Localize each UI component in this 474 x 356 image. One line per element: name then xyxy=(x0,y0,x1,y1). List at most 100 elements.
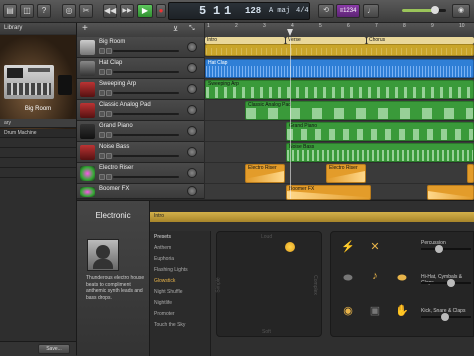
add-track-icon[interactable]: + xyxy=(82,23,88,34)
marker-chorus[interactable]: Chorus xyxy=(367,37,474,44)
track-volume-slider[interactable] xyxy=(113,176,179,178)
editors-button[interactable]: ✂ xyxy=(79,4,93,18)
hihat-icon[interactable]: ⬬ xyxy=(393,272,411,285)
tuner-icon[interactable]: ♩ xyxy=(363,4,379,18)
cycle-button[interactable]: ⟲ xyxy=(318,4,334,18)
mute-button[interactable] xyxy=(99,48,105,54)
sticks-icon[interactable]: ✕ xyxy=(366,240,384,253)
pan-knob[interactable] xyxy=(187,63,197,73)
solo-button[interactable] xyxy=(106,174,112,180)
percussion-slider[interactable] xyxy=(421,245,471,253)
preset-item[interactable]: Flashing Lights xyxy=(154,267,188,273)
preset-item[interactable]: Euphoria xyxy=(154,256,174,262)
region-electro-riser[interactable]: Electro Riser xyxy=(326,164,366,183)
library-category-row[interactable]: Drum Machine xyxy=(0,129,76,138)
pan-knob[interactable] xyxy=(187,105,197,115)
track-volume-slider[interactable] xyxy=(113,71,179,73)
cymbal-icon[interactable]: ⬬ xyxy=(339,272,357,285)
track-header-grand-piano[interactable]: Grand Piano xyxy=(77,121,204,142)
track-header-big-room[interactable]: Big Room xyxy=(77,37,204,58)
track-volume-slider[interactable] xyxy=(113,134,179,136)
preset-item[interactable]: Anthem xyxy=(154,245,171,251)
region-classic-analog-pad[interactable]: Classic Analog Pad xyxy=(245,101,474,120)
region-sweeping-arp[interactable]: Sweeping Arp xyxy=(205,80,474,99)
region-noise-bass[interactable]: Noise Bass xyxy=(286,143,474,162)
collapse-icon[interactable]: ⤡ xyxy=(189,25,195,33)
region-electro-riser[interactable]: Electro Riser xyxy=(245,164,285,183)
fast-forward-icon[interactable]: ▶▶ xyxy=(120,4,134,18)
track-volume-slider[interactable] xyxy=(113,92,179,94)
rewind-icon[interactable]: ◀◀ xyxy=(103,4,117,18)
preset-item-selected[interactable]: Glowstick xyxy=(154,278,175,284)
marker-verse[interactable]: Verse xyxy=(286,37,366,44)
region-boomer-fx[interactable]: Boomer FX xyxy=(286,185,371,200)
track-header-hat-clap[interactable]: Hat Clap xyxy=(77,58,204,79)
pan-knob[interactable] xyxy=(187,126,197,136)
record-icon[interactable]: ● xyxy=(156,4,166,18)
region-big-room[interactable] xyxy=(205,44,474,56)
track-header-electro-riser[interactable]: Electro Riser xyxy=(77,163,204,184)
timeline-ruler[interactable]: 1 2 3 4 5 6 7 8 9 10 xyxy=(205,23,474,37)
kick-snare-slider[interactable] xyxy=(421,313,471,321)
track-header-classic-analog-pad[interactable]: Classic Analog Pad xyxy=(77,100,204,121)
clap-icon[interactable]: ✋ xyxy=(393,304,411,317)
track-header-sweeping-arp[interactable]: Sweeping Arp xyxy=(77,79,204,100)
complexity-loudness-pad[interactable]: Loud Soft Simple Complex xyxy=(216,231,322,337)
solo-button[interactable] xyxy=(106,48,112,54)
hihat-slider[interactable] xyxy=(421,279,471,287)
solo-button[interactable] xyxy=(106,132,112,138)
pan-knob[interactable] xyxy=(187,42,197,52)
track-header-noise-bass[interactable]: Noise Bass xyxy=(77,142,204,163)
pad-puck[interactable] xyxy=(285,242,295,252)
solo-button[interactable] xyxy=(106,90,112,96)
library-list-row[interactable] xyxy=(0,139,76,148)
marker-intro[interactable]: Intro xyxy=(205,37,285,44)
library-list-row[interactable] xyxy=(0,159,76,168)
lcd-display[interactable]: 5 1 1 128 A maj 4/4 xyxy=(168,2,310,20)
pan-knob[interactable] xyxy=(187,147,197,157)
solo-button[interactable] xyxy=(106,153,112,159)
region-grand-piano[interactable]: Grand Piano xyxy=(286,122,474,141)
track-filter-icon[interactable]: ⊻ xyxy=(173,25,178,33)
play-icon[interactable]: ▶ xyxy=(137,4,153,18)
drummer-region-strip[interactable]: Intro xyxy=(150,212,474,222)
pan-knob[interactable] xyxy=(187,84,197,94)
track-volume-slider[interactable] xyxy=(113,50,179,52)
count-in-button[interactable]: ≡1234 xyxy=(336,4,360,18)
track-volume-slider[interactable] xyxy=(113,113,179,115)
playhead[interactable] xyxy=(287,29,293,36)
maracas-icon[interactable]: ♪ xyxy=(366,270,384,282)
mute-button[interactable] xyxy=(99,132,105,138)
pan-knob[interactable] xyxy=(187,186,197,196)
snare-drum-icon[interactable]: ▣ xyxy=(366,304,384,317)
solo-button[interactable] xyxy=(106,111,112,117)
preset-item[interactable]: Night Shuffle xyxy=(154,289,183,295)
library-list-row[interactable] xyxy=(0,169,76,178)
quick-help-button[interactable]: ? xyxy=(37,4,51,18)
region-electro-riser[interactable] xyxy=(467,164,474,183)
master-volume-slider[interactable] xyxy=(402,6,446,14)
preset-item[interactable]: Touch the Sky xyxy=(154,322,185,328)
shaker-icon[interactable]: ⚡ xyxy=(339,240,357,253)
solo-button[interactable] xyxy=(106,69,112,75)
region-boomer-fx[interactable] xyxy=(427,185,474,200)
library-button[interactable]: ▤ xyxy=(3,4,17,18)
mute-button[interactable] xyxy=(99,90,105,96)
library-list-row[interactable] xyxy=(0,149,76,158)
library-back-row[interactable]: ary xyxy=(0,119,76,128)
save-button[interactable]: Save... xyxy=(38,344,70,354)
mute-button[interactable] xyxy=(99,69,105,75)
preset-item[interactable]: Promoter xyxy=(154,311,175,317)
region-hat-clap[interactable]: Hat Clap xyxy=(205,59,474,78)
kick-drum-icon[interactable]: ◉ xyxy=(339,304,357,317)
mute-button[interactable] xyxy=(99,111,105,117)
smart-controls-button[interactable]: ◎ xyxy=(62,4,76,18)
track-header-boomer-fx[interactable]: Boomer FX xyxy=(77,184,204,199)
pan-knob[interactable] xyxy=(187,168,197,178)
loops-button[interactable]: ◫ xyxy=(20,4,34,18)
track-volume-slider[interactable] xyxy=(113,155,179,157)
mute-button[interactable] xyxy=(99,174,105,180)
mute-button[interactable] xyxy=(99,153,105,159)
preset-item[interactable]: Nightlife xyxy=(154,300,172,306)
loop-browser-button[interactable]: ◉ xyxy=(452,4,470,18)
